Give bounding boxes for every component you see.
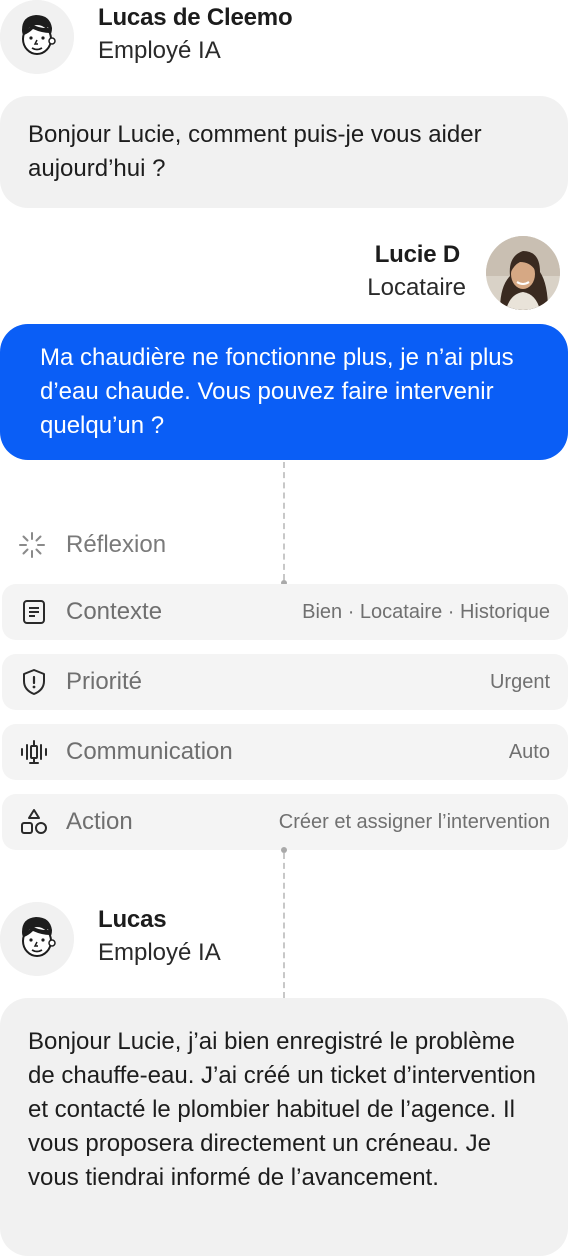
agent-role: Employé IA <box>98 939 221 966</box>
step-value: Auto <box>508 740 550 763</box>
shield-alert-icon <box>18 666 50 698</box>
agent-message-text: Bonjour Lucie, comment puis-je vous aide… <box>28 121 482 182</box>
document-icon <box>18 596 50 628</box>
user-photo-icon <box>486 236 560 310</box>
step-label: Priorité <box>66 668 143 695</box>
agent-name: Lucas de Cleemo <box>98 4 293 31</box>
user-message-text: Ma chaudière ne fonctionne plus, je n’ai… <box>40 344 514 439</box>
shapes-icon <box>18 806 50 838</box>
agent-role: Employé IA <box>98 37 221 64</box>
step-value: Créer et assigner l’intervention <box>278 810 550 833</box>
connector-line <box>283 853 285 998</box>
user-avatar <box>486 236 560 310</box>
step-value: Bien · Locataire · Historique <box>302 600 550 623</box>
step-label: Communication <box>66 738 233 765</box>
step-row-priorite: Priorité Urgent <box>2 654 568 710</box>
agent-message-bubble: Bonjour Lucie, comment puis-je vous aide… <box>0 96 568 208</box>
agent-avatar <box>0 0 74 74</box>
audio-wave-icon <box>18 736 50 768</box>
agent-message-bubble: Bonjour Lucie, j’ai bien enregistré le p… <box>0 998 568 1256</box>
step-label: Action <box>66 808 133 835</box>
step-value: Urgent <box>489 670 550 693</box>
thinking-indicator: Réflexion <box>16 525 316 565</box>
user-message-bubble: Ma chaudière ne fonctionne plus, je n’ai… <box>0 324 568 460</box>
user-role: Locataire <box>367 274 466 301</box>
step-label: Contexte <box>66 598 163 625</box>
robot-face-icon <box>0 902 74 976</box>
step-row-contexte: Contexte Bien · Locataire · Historique <box>2 584 568 640</box>
agent-avatar <box>0 902 74 976</box>
robot-face-icon <box>0 0 74 74</box>
user-name: Lucie D <box>374 241 460 268</box>
agent-message-text: Bonjour Lucie, j’ai bien enregistré le p… <box>28 1028 536 1191</box>
step-row-action: Action Créer et assigner l’intervention <box>2 794 568 850</box>
thinking-label: Réflexion <box>66 531 167 558</box>
loader-icon <box>16 529 48 561</box>
agent-name: Lucas <box>98 906 167 933</box>
step-row-communication: Communication Auto <box>2 724 568 780</box>
